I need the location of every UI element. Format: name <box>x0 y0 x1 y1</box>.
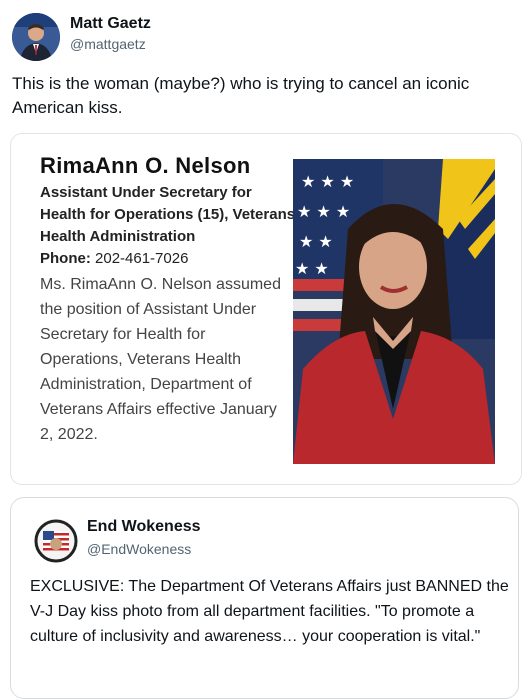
quoted-author-avatar[interactable] <box>34 519 78 563</box>
portrait-photo: ★ ★ ★ ★ ★ ★ ★ ★ ★ ★ <box>293 159 495 464</box>
author-avatar[interactable] <box>12 13 60 61</box>
phone-label: Phone: <box>40 250 91 267</box>
svg-text:★ ★ ★: ★ ★ ★ <box>301 172 354 191</box>
author-handle[interactable]: @mattgaetz <box>70 36 146 52</box>
quoted-tweet[interactable]: End Wokeness @EndWokeness EXCLUSIVE: The… <box>10 497 519 699</box>
svg-text:★ ★ ★: ★ ★ ★ <box>297 202 350 221</box>
tweet-text: This is the woman (maybe?) who is trying… <box>12 74 470 117</box>
quoted-author-handle[interactable]: @EndWokeness <box>87 541 191 557</box>
svg-text:★ ★: ★ ★ <box>299 232 333 251</box>
quoted-tweet-text: EXCLUSIVE: The Department Of Veterans Af… <box>30 578 509 645</box>
bio-phone: Phone: 202-461-7026 <box>40 248 188 270</box>
bio-body: Ms. RimaAnn O. Nelson assumed the positi… <box>40 276 281 443</box>
author-name[interactable]: Matt Gaetz <box>70 15 151 33</box>
quoted-author-name[interactable]: End Wokeness <box>87 518 201 536</box>
svg-text:★ ★: ★ ★ <box>295 259 329 278</box>
tweet-header: Matt Gaetz @mattgaetz <box>12 12 512 62</box>
bio-title: Assistant Under Secretary for Health for… <box>40 184 296 245</box>
phone-value: 202-461-7026 <box>90 250 189 267</box>
tweet-media-image[interactable]: RimaAnn O. Nelson Assistant Under Secret… <box>10 133 522 485</box>
bio-name: RimaAnn O. Nelson <box>40 153 251 178</box>
